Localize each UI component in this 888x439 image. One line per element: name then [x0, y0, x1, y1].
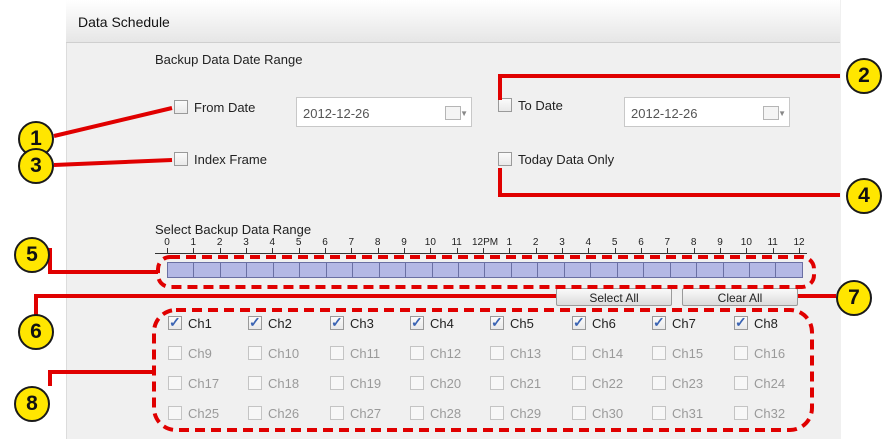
connector-line-4 — [498, 168, 840, 197]
annotation-overlay — [34, 74, 840, 432]
callout-5: 5 — [14, 237, 50, 273]
callout-4: 4 — [846, 178, 882, 214]
connector-line-3 — [53, 158, 173, 167]
callout-8: 8 — [14, 386, 50, 422]
callout-6: 6 — [18, 314, 54, 350]
connector-line-6 — [34, 294, 556, 318]
connector-line-2 — [498, 74, 840, 100]
connector-line-8 — [48, 370, 154, 386]
callout-3: 3 — [18, 148, 54, 184]
callout-2: 2 — [846, 58, 882, 94]
range-bar-highlight — [156, 255, 816, 289]
connector-line-1 — [53, 106, 173, 138]
connector-line-5 — [48, 248, 158, 274]
channel-grid-highlight — [152, 308, 814, 432]
callout-7: 7 — [836, 280, 872, 316]
